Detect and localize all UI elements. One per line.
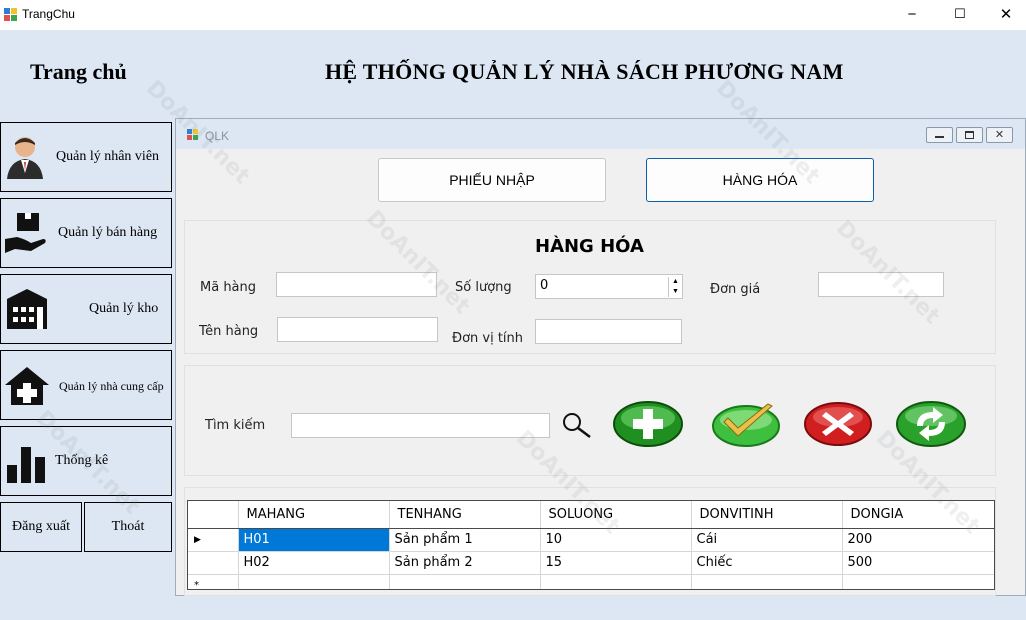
table-cell[interactable]: H02 bbox=[238, 551, 390, 575]
save-button[interactable] bbox=[710, 400, 782, 448]
table-cell[interactable]: H01 bbox=[238, 528, 390, 552]
table-cell[interactable] bbox=[842, 574, 994, 589]
new-row[interactable]: * bbox=[188, 574, 994, 589]
grid-header-row: MAHANG TENHANG SOLUONG DONVITINH DONGIA bbox=[188, 501, 994, 529]
user-icon bbox=[7, 137, 43, 179]
child-title-bar: QLK ✕ bbox=[176, 119, 1025, 149]
col-header-tenhang[interactable]: TENHANG bbox=[389, 501, 541, 529]
don-vi-input[interactable] bbox=[535, 319, 682, 344]
tab-phieu-nhap[interactable]: PHIẾU NHẬP bbox=[378, 158, 606, 202]
new-row-marker: * bbox=[188, 574, 239, 589]
row-header[interactable] bbox=[188, 551, 239, 575]
table-cell[interactable]: Sản phẩm 1 bbox=[389, 528, 541, 552]
window-title: TrangChu bbox=[22, 7, 75, 21]
tab-hang-hoa[interactable]: HÀNG HÓA bbox=[646, 158, 874, 202]
table-cell[interactable] bbox=[691, 574, 843, 589]
so-luong-label: Số lượng bbox=[455, 280, 512, 295]
col-header-dongia[interactable]: DONGIA bbox=[842, 501, 994, 529]
ten-hang-input[interactable] bbox=[277, 317, 438, 342]
row-header-corner bbox=[188, 501, 239, 529]
child-restore-button[interactable] bbox=[956, 127, 983, 143]
child-minimize-button[interactable] bbox=[926, 127, 953, 143]
col-header-donvitinh[interactable]: DONVITINH bbox=[691, 501, 843, 529]
system-title: HỆ THỐNG QUẢN LÝ NHÀ SÁCH PHƯƠNG NAM bbox=[325, 59, 844, 84]
restore-icon bbox=[965, 131, 974, 139]
ten-hang-label: Tên hàng bbox=[199, 324, 259, 339]
search-icon[interactable] bbox=[560, 411, 592, 439]
table-row[interactable]: H02 Sản phẩm 2 15 Chiếc 500 bbox=[188, 551, 994, 575]
logout-button[interactable]: Đăng xuất bbox=[0, 502, 82, 552]
delete-button[interactable] bbox=[802, 400, 874, 448]
table-cell[interactable]: Chiếc bbox=[691, 551, 843, 575]
menu-supplier-button[interactable]: Quản lý nhà cung cấp bbox=[0, 350, 172, 420]
maximize-button[interactable]: ☐ bbox=[937, 0, 983, 28]
table-cell[interactable]: 15 bbox=[540, 551, 692, 575]
child-app-icon bbox=[187, 129, 198, 140]
col-header-soluong[interactable]: SOLUONG bbox=[540, 501, 692, 529]
window-title-bar: TrangChu − ☐ ✕ bbox=[0, 0, 1026, 30]
so-luong-spinner[interactable]: 0 bbox=[535, 274, 683, 299]
warehouse-icon bbox=[7, 289, 47, 329]
exit-button[interactable]: Thoát bbox=[84, 502, 172, 552]
spin-up-icon[interactable]: ▲ bbox=[668, 277, 682, 287]
table-cell[interactable] bbox=[540, 574, 692, 589]
close-button[interactable]: ✕ bbox=[983, 0, 1026, 28]
menu-warehouse-button[interactable]: Quản lý kho bbox=[0, 274, 172, 344]
menu-label: Quản lý nhân viên bbox=[56, 149, 160, 164]
menu-label: Quản lý nhà cung cấp bbox=[59, 379, 164, 393]
menu-statistics-button[interactable]: Thống kê bbox=[0, 426, 172, 496]
table-cell[interactable]: 200 bbox=[842, 528, 994, 552]
table-cell[interactable]: Sản phẩm 2 bbox=[389, 551, 541, 575]
current-row-icon: ▶ bbox=[188, 528, 239, 552]
don-vi-label: Đơn vị tính bbox=[452, 331, 524, 346]
bar-chart-icon bbox=[7, 447, 45, 483]
minimize-icon bbox=[935, 136, 944, 138]
ma-hang-label: Mã hàng bbox=[200, 280, 257, 295]
home-title: Trang chủ bbox=[30, 59, 127, 84]
table-row[interactable]: ▶ H01 Sản phẩm 1 10 Cái 200 bbox=[188, 528, 994, 552]
table-cell[interactable] bbox=[238, 574, 390, 589]
child-close-button[interactable]: ✕ bbox=[986, 127, 1013, 143]
minimize-button[interactable]: − bbox=[889, 0, 935, 28]
search-label: Tìm kiếm bbox=[205, 418, 266, 433]
col-header-mahang[interactable]: MAHANG bbox=[238, 501, 390, 529]
menu-sales-button[interactable]: Quản lý bán hàng bbox=[0, 198, 172, 268]
spin-down-icon[interactable]: ▼ bbox=[668, 287, 682, 297]
house-add-icon bbox=[5, 367, 49, 405]
child-title: QLK bbox=[205, 129, 230, 143]
section-title: HÀNG HÓA bbox=[535, 236, 644, 257]
spinner-arrows[interactable]: ▲ ▼ bbox=[668, 277, 682, 298]
table-cell[interactable]: 500 bbox=[842, 551, 994, 575]
refresh-button[interactable] bbox=[895, 400, 967, 448]
add-button[interactable] bbox=[612, 400, 684, 448]
items-grid[interactable]: MAHANG TENHANG SOLUONG DONVITINH DONGIA … bbox=[187, 500, 995, 590]
menu-label: Quản lý kho bbox=[89, 301, 159, 316]
app-icon bbox=[4, 8, 17, 21]
search-input[interactable] bbox=[291, 413, 550, 438]
menu-label: Thống kê bbox=[55, 453, 109, 468]
table-cell[interactable] bbox=[389, 574, 541, 589]
box-hand-icon bbox=[5, 213, 46, 253]
ma-hang-input[interactable] bbox=[276, 272, 437, 297]
menu-employee-button[interactable]: Quản lý nhân viên bbox=[0, 122, 172, 192]
don-gia-input[interactable] bbox=[818, 272, 944, 297]
menu-label: Quản lý bán hàng bbox=[58, 225, 158, 240]
don-gia-label: Đơn giá bbox=[710, 282, 761, 297]
table-cell[interactable]: Cái bbox=[691, 528, 843, 552]
table-cell[interactable]: 10 bbox=[540, 528, 692, 552]
